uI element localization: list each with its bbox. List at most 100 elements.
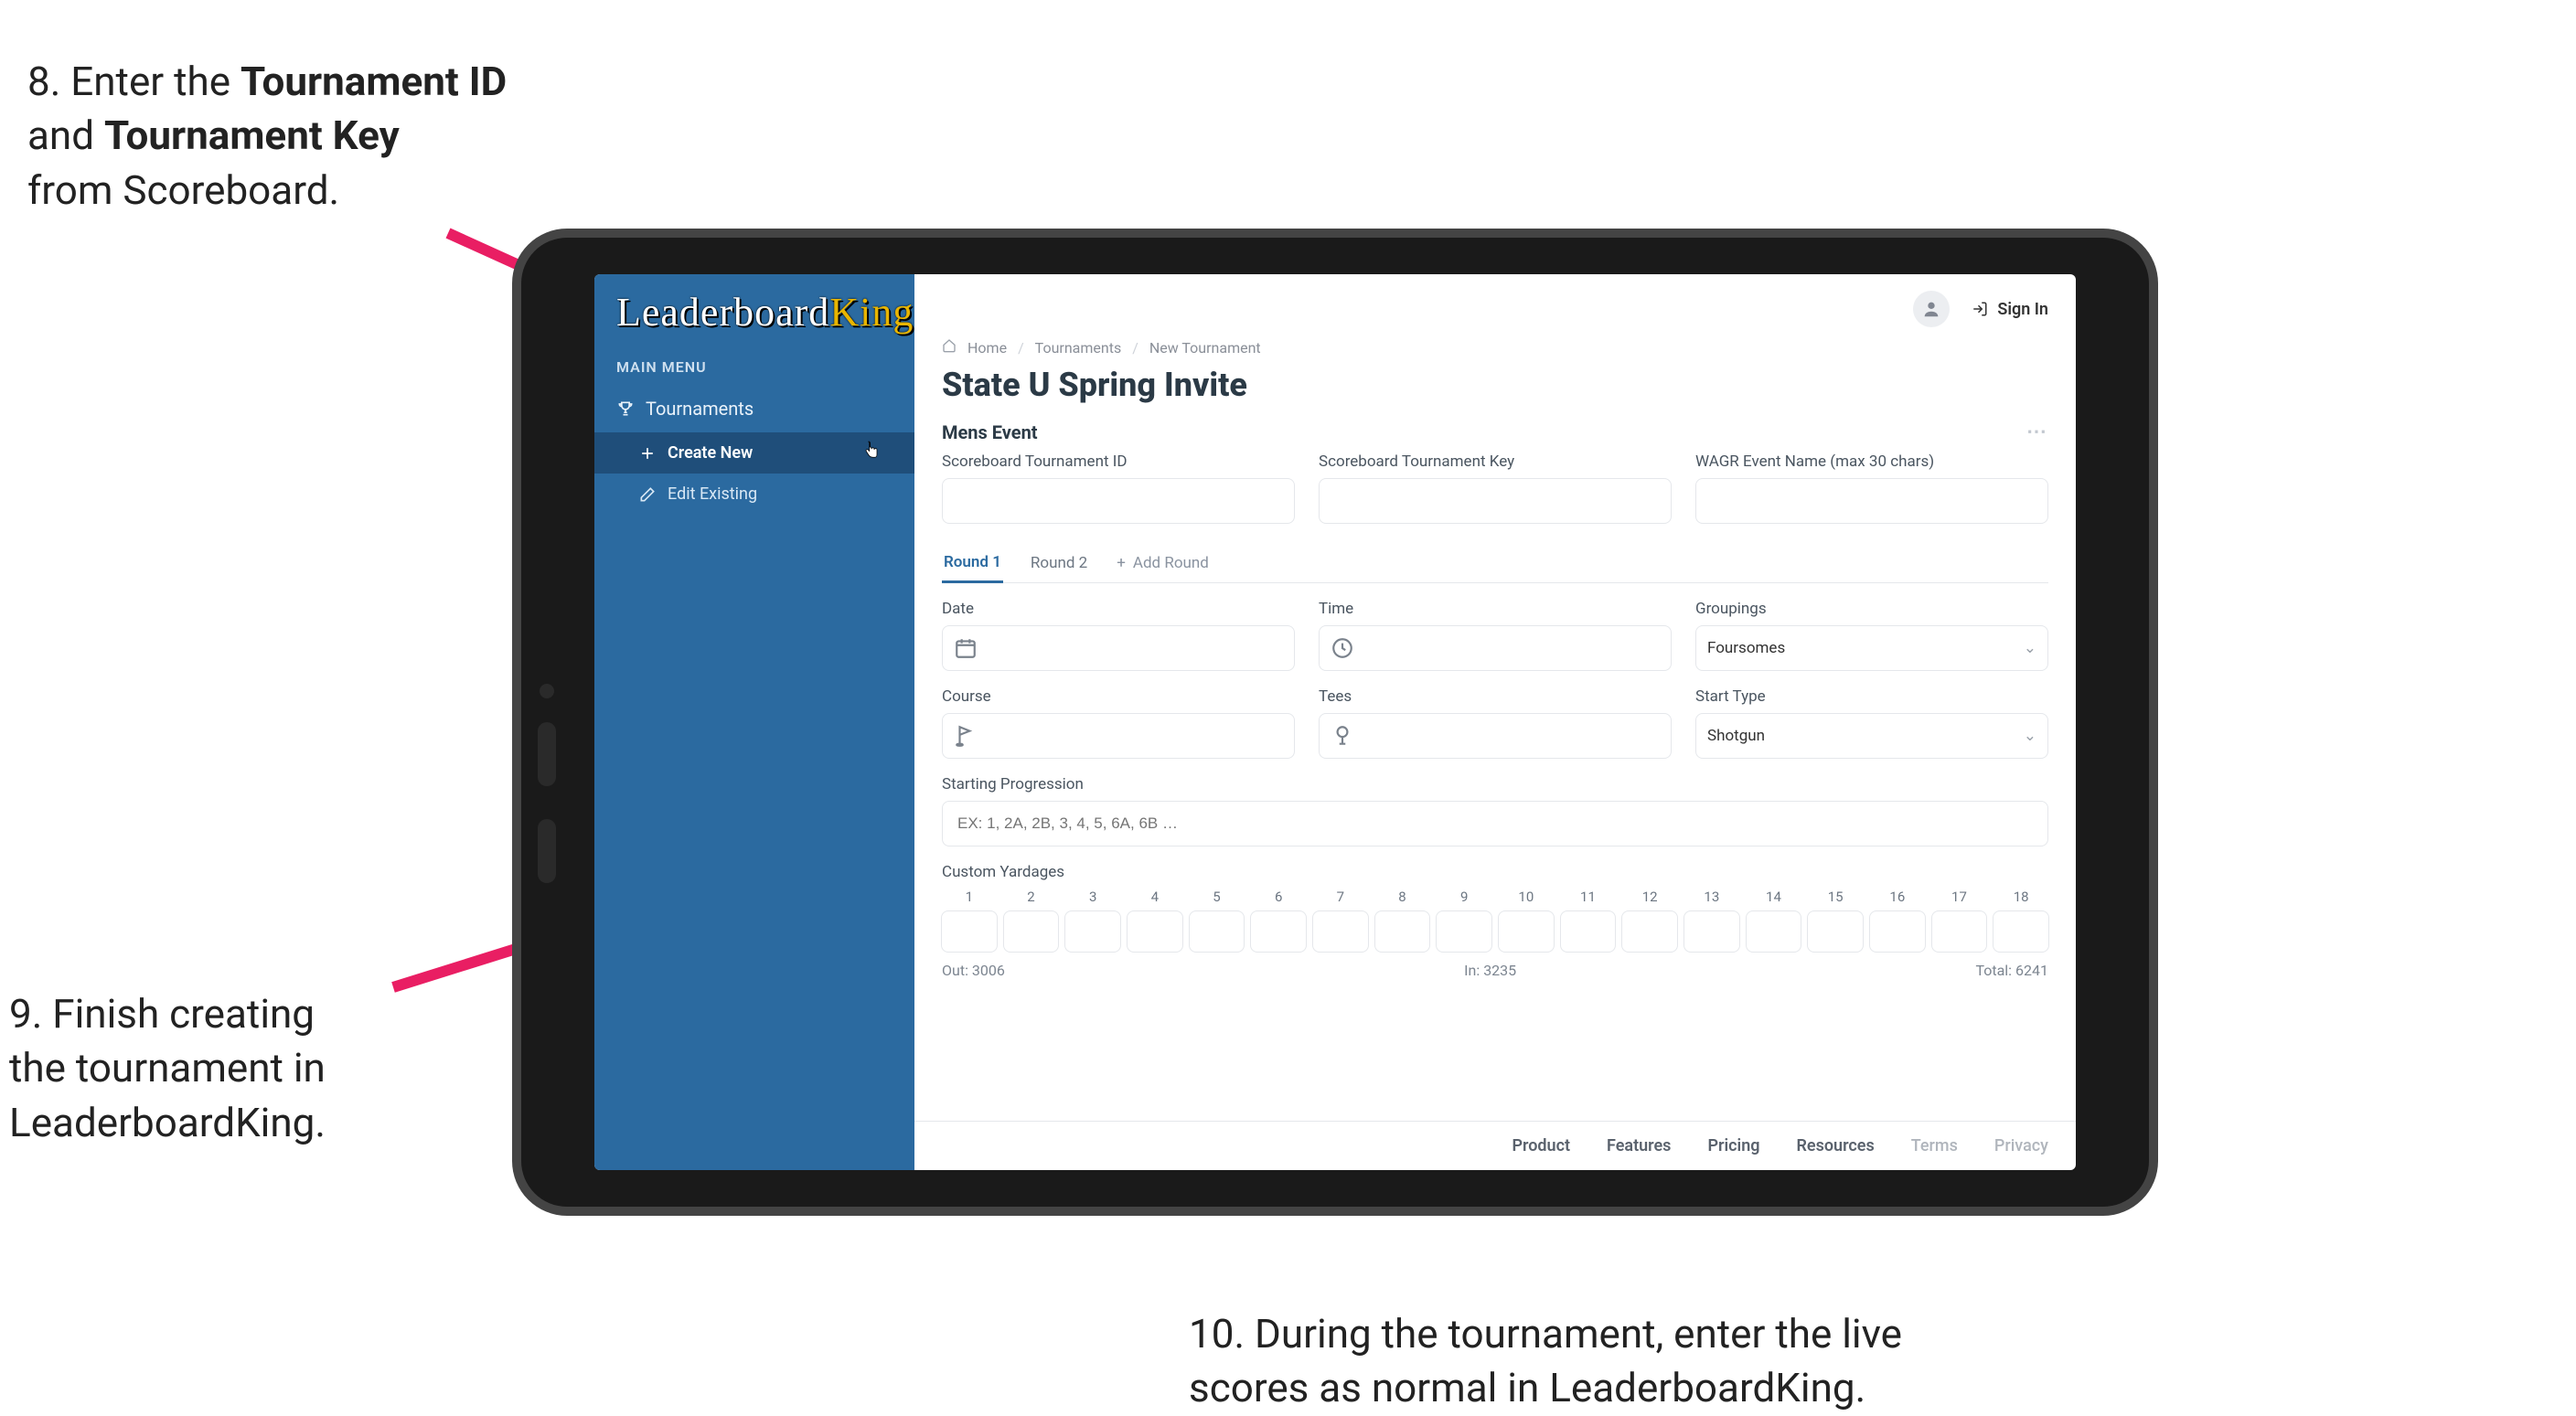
input-start-prog[interactable]	[942, 801, 2048, 846]
tee-icon	[1331, 724, 1354, 748]
label-tees: Tees	[1319, 687, 1672, 706]
label-start-type: Start Type	[1695, 687, 2048, 706]
tab-round-2[interactable]: Round 2	[1029, 545, 1089, 581]
hole-input[interactable]	[1189, 910, 1245, 953]
hole-column: 15	[1808, 889, 1863, 953]
label-groupings: Groupings	[1695, 600, 2048, 618]
main-panel: Sign In Home / Tournaments / New Tournam…	[914, 274, 2076, 1170]
breadcrumb-tournaments[interactable]: Tournaments	[1035, 339, 1122, 357]
sign-in-label: Sign In	[1997, 300, 2048, 319]
sidebar: LeaderboardKing MAIN MENU Tournaments	[594, 274, 914, 1170]
tablet-frame: LeaderboardKing MAIN MENU Tournaments	[512, 229, 2158, 1216]
hole-number: 10	[1518, 889, 1534, 905]
clock-icon	[1331, 636, 1354, 660]
tab-label: Add Round	[1133, 554, 1209, 572]
sidebar-item-label: Edit Existing	[668, 484, 757, 504]
select-start-type[interactable]: Shotgun ⌄	[1695, 713, 2048, 759]
input-time[interactable]	[1319, 625, 1672, 671]
footer-terms[interactable]: Terms	[1911, 1136, 1958, 1155]
flag-icon	[954, 724, 978, 748]
tab-add-round[interactable]: + Add Round	[1115, 545, 1211, 581]
sidebar-item-label: Tournaments	[646, 398, 754, 420]
text: scores as normal in LeaderboardKing.	[1189, 1364, 1865, 1411]
calendar-icon	[954, 636, 978, 660]
edit-icon	[638, 485, 657, 504]
hole-column: 13	[1684, 889, 1739, 953]
hole-input[interactable]	[941, 910, 998, 953]
hole-input[interactable]	[1560, 910, 1617, 953]
annotation-step-8: 8. Enter the Tournament ID and Tournamen…	[27, 55, 507, 218]
footer-resources[interactable]: Resources	[1797, 1136, 1875, 1155]
hole-input[interactable]	[1003, 910, 1060, 953]
hole-number: 4	[1151, 889, 1159, 905]
hole-column: 5	[1190, 889, 1245, 953]
text: LeaderboardKing.	[9, 1099, 326, 1146]
tablet-bezel: LeaderboardKing MAIN MENU Tournaments	[521, 238, 2149, 1207]
footer-product[interactable]: Product	[1512, 1136, 1570, 1155]
hole-input[interactable]	[1869, 910, 1926, 953]
hole-column: 3	[1065, 889, 1120, 953]
app-logo[interactable]: LeaderboardKing	[594, 274, 914, 344]
hole-column: 8	[1375, 889, 1430, 953]
section-header: Mens Event ⋯	[942, 417, 2048, 452]
hole-input[interactable]	[1498, 910, 1555, 953]
hole-number: 16	[1889, 889, 1905, 905]
hole-input[interactable]	[1621, 910, 1678, 953]
sidebar-item-label: Create New	[668, 443, 753, 463]
tablet-camera	[540, 684, 554, 698]
hole-input[interactable]	[1436, 910, 1492, 953]
hole-column: 18	[1993, 889, 2048, 953]
cursor-pointer-icon	[863, 441, 880, 465]
input-wagr[interactable]	[1695, 478, 2048, 524]
avatar[interactable]	[1913, 291, 1950, 327]
sidebar-item-tournaments[interactable]: Tournaments	[594, 385, 914, 432]
hole-input[interactable]	[1683, 910, 1740, 953]
sign-in-button[interactable]: Sign In	[1972, 300, 2048, 319]
breadcrumb-home[interactable]: Home	[967, 339, 1007, 357]
tablet-volume	[538, 819, 556, 883]
sidebar-item-create-new[interactable]: Create New	[594, 432, 914, 474]
hole-number: 15	[1828, 889, 1844, 905]
hole-input[interactable]	[1931, 910, 1988, 953]
hole-number: 8	[1398, 889, 1406, 905]
hole-input[interactable]	[1746, 910, 1802, 953]
hole-input[interactable]	[1250, 910, 1307, 953]
hole-input[interactable]	[1064, 910, 1121, 953]
label-start-prog: Starting Progression	[942, 775, 2048, 793]
input-course[interactable]	[942, 713, 1295, 759]
yardage-in: In: 3235	[1464, 962, 1516, 979]
breadcrumb-sep: /	[1018, 339, 1024, 357]
input-sb-id[interactable]	[942, 478, 1295, 524]
yardage-totals: Out: 3006 In: 3235 Total: 6241	[942, 962, 2048, 979]
input-date[interactable]	[942, 625, 1295, 671]
hole-input[interactable]	[1127, 910, 1183, 953]
sidebar-item-edit-existing[interactable]: Edit Existing	[594, 474, 914, 515]
plus-icon	[638, 444, 657, 463]
breadcrumb-new: New Tournament	[1149, 339, 1261, 357]
hole-number: 17	[1951, 889, 1967, 905]
hole-input[interactable]	[1993, 910, 2049, 953]
footer-features[interactable]: Features	[1607, 1136, 1671, 1155]
input-tees[interactable]	[1319, 713, 1672, 759]
sidebar-section-title: MAIN MENU	[594, 344, 914, 385]
select-groupings[interactable]: Foursomes ⌄	[1695, 625, 2048, 671]
hole-column: 1	[942, 889, 997, 953]
hole-input[interactable]	[1374, 910, 1431, 953]
input-sb-key[interactable]	[1319, 478, 1672, 524]
hole-input[interactable]	[1807, 910, 1864, 953]
footer-privacy[interactable]: Privacy	[1994, 1136, 2048, 1155]
hole-number: 9	[1460, 889, 1468, 905]
footer-pricing[interactable]: Pricing	[1707, 1136, 1759, 1155]
text: and	[27, 112, 104, 159]
hole-number: 11	[1580, 889, 1596, 905]
home-icon[interactable]	[942, 338, 957, 357]
hole-column: 12	[1622, 889, 1677, 953]
kebab-menu-icon[interactable]: ⋯	[2026, 421, 2048, 443]
hole-input[interactable]	[1312, 910, 1369, 953]
hole-column: 10	[1499, 889, 1554, 953]
chevron-down-icon: ⌄	[2024, 727, 2036, 745]
logo-text: King	[829, 290, 914, 335]
topbar: Sign In	[914, 274, 2076, 335]
tab-round-1[interactable]: Round 1	[942, 544, 1003, 583]
logo-text: Leaderboard	[616, 290, 829, 335]
